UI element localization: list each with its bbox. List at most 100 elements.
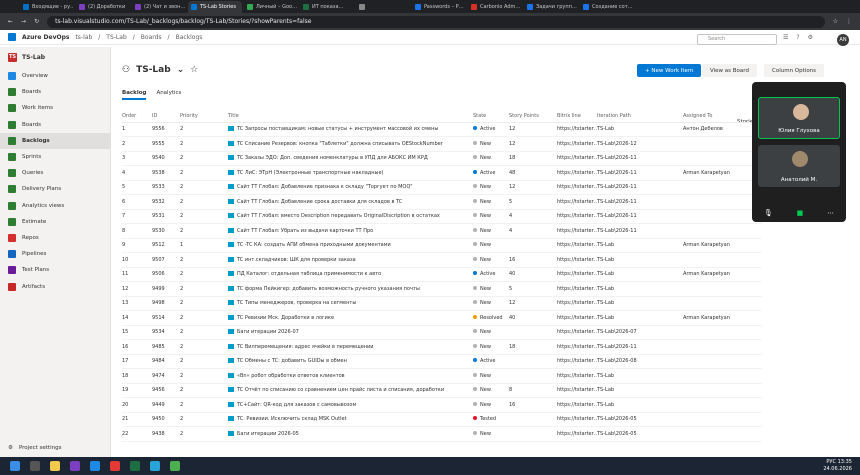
table-row[interactable]: 14 9514 2 TC Ревизии Мск. Доработки в логик… (122, 310, 762, 326)
table-row[interactable]: 13 9498 2 TC Типы менеджеров, проверка на с… (122, 296, 762, 311)
table-cell[interactable]: TC Обмены с TC: добавить GUIDы в обмен (228, 354, 473, 369)
browser-tab[interactable] (356, 1, 410, 13)
language-indicator[interactable]: РУС (826, 459, 836, 465)
back-icon[interactable]: ← (8, 18, 13, 25)
menu-icon[interactable]: ⋮ (846, 18, 852, 25)
participant-tile[interactable]: Анатолий М. (758, 145, 840, 187)
file-explorer-icon[interactable] (50, 461, 60, 471)
table-row[interactable]: 19 9456 2 TC Отчёт по списанию со сравнение… (122, 383, 762, 398)
table-row[interactable]: 15 9534 2 Баги итерации 2026-07 New https://t… (122, 325, 762, 340)
column-header[interactable]: ID (152, 110, 180, 123)
table-row[interactable]: 17 9484 2 TC Обмены с TC: добавить GUIDы в … (122, 354, 762, 369)
table-cell[interactable]: Сайт ТТ Глобал: Добавление срока доставк… (228, 194, 473, 210)
search-input[interactable]: Search (697, 34, 777, 45)
column-header[interactable]: Assigned To (683, 110, 762, 123)
sidebar-item-boards[interactable]: Boards (0, 117, 110, 133)
favorite-star-icon[interactable]: ☆ (190, 65, 198, 75)
table-row[interactable]: 2 9555 2 TC Списание Резервов: кнопка "Табл… (122, 136, 762, 152)
view-as-board-button[interactable]: View as Board (702, 64, 757, 77)
column-header[interactable]: Iteration Path (597, 110, 683, 123)
table-cell[interactable]: Сайт ТТ Глобал: Убрать из выдачи карточк… (228, 223, 473, 239)
breadcrumb-boards[interactable]: Boards (141, 34, 162, 41)
column-header[interactable]: Order (122, 110, 152, 123)
visual-studio-icon[interactable] (70, 461, 80, 471)
table-row[interactable]: 5 9533 2 Сайт ТТ Глобал: Добавление признак… (122, 180, 762, 195)
participant-tile[interactable]: Юлия Глухова (758, 97, 840, 139)
table-cell[interactable]: TC Вилперемещения: адрес ячейки в переме… (228, 339, 473, 355)
sidebar-item-work-items[interactable]: Work items (0, 100, 110, 116)
table-row[interactable]: 1 9556 2 TC Запросы поставщикам: новые стат… (122, 122, 762, 137)
browser-tab[interactable]: Личный – Goo… (244, 1, 298, 13)
search-icon[interactable] (30, 461, 40, 471)
browser-tab[interactable]: (2) Чат и звон… (132, 1, 186, 13)
sidebar-item-repos[interactable]: Repos (0, 230, 110, 246)
table-cell[interactable]: ПД Каталог: отдельная таблица применимос… (228, 267, 473, 282)
user-settings-icon[interactable]: ⚙ (808, 34, 821, 41)
breadcrumb-backlogs[interactable]: Backlogs (176, 34, 203, 41)
table-cell[interactable]: TC Заказы ЭДО: Доп. сведения номенклатур… (228, 151, 473, 166)
sidebar-item-test-plans[interactable]: Test Plans (0, 262, 110, 278)
table-cell[interactable]: TC+Сайт: QR-код для заказов с самовывозо… (228, 397, 473, 413)
chrome-icon[interactable] (170, 461, 180, 471)
sidebar-item-queries[interactable]: Queries (0, 165, 110, 181)
sidebar-item-sprints[interactable]: Sprints (0, 149, 110, 165)
table-row[interactable]: 11 9506 2 ПД Каталог: отдельная таблица при… (122, 267, 762, 282)
avatar[interactable]: AN (837, 34, 849, 46)
tab-backlog[interactable]: Backlog (122, 90, 147, 100)
table-cell[interactable]: TC Ревизии Мск. Доработки в логике (228, 310, 473, 326)
table-row[interactable]: 10 9507 2 TC инт.складчиков: ШК для проверк… (122, 252, 762, 268)
camera-icon[interactable]: ■ (797, 209, 804, 217)
browser-tab[interactable]: Задачи групп… (524, 1, 578, 13)
column-header[interactable]: Priority (180, 110, 228, 123)
column-header[interactable]: Title (228, 110, 473, 123)
bookmark-icon[interactable]: ☆ (833, 18, 838, 25)
table-row[interactable]: 7 9531 2 Сайт ТТ Глобал: вместо Description… (122, 209, 762, 224)
project-header[interactable]: TS TS-Lab (0, 47, 110, 68)
table-row[interactable]: 18 9474 2 «Bn» робот обработки ответов клие… (122, 368, 762, 384)
column-header[interactable]: Bitrix line (557, 110, 597, 123)
breadcrumb-project[interactable]: TS-Lab (106, 34, 126, 41)
table-row[interactable]: 22 9438 2 Баги итерации 2026-05 New https://t… (122, 426, 762, 442)
column-options-button[interactable]: Column Options (764, 64, 825, 77)
azure-devops-logo-icon[interactable] (8, 33, 16, 41)
table-row[interactable]: 8 9530 2 Сайт ТТ Глобал: Убрать из выдачи к… (122, 223, 762, 239)
table-row[interactable]: 16 9485 2 TC Вилперемещения: адрес ячейки в… (122, 339, 762, 355)
project-settings-button[interactable]: ⚙ Project settings (8, 445, 61, 451)
table-row[interactable]: 20 9449 2 TC+Сайт: QR-код для заказов с сам… (122, 397, 762, 413)
browser-tab[interactable]: ИТ показа… (300, 1, 354, 13)
sidebar-item-boards[interactable]: Boards (0, 84, 110, 100)
start-icon[interactable] (10, 461, 20, 471)
excel-icon[interactable] (130, 461, 140, 471)
table-cell[interactable]: TC форма Пейкигер: добавить возможность … (228, 281, 473, 297)
table-cell[interactable]: TC Запросы поставщикам: новые статусы + … (228, 122, 473, 137)
reload-icon[interactable]: ↻ (34, 18, 39, 25)
table-cell[interactable]: TC -TC КА: создать АПИ обмена приходными… (228, 238, 473, 253)
sidebar-item-delivery-plans[interactable]: Delivery Plans (0, 181, 110, 197)
table-cell[interactable]: TC Списание Резервов: кнопка "Таблетки" … (228, 136, 473, 152)
telegram-icon[interactable] (150, 461, 160, 471)
table-row[interactable]: 21 9450 2 TC. Ревизии. Исключить склад MSK … (122, 412, 762, 427)
browser-icon[interactable] (110, 461, 120, 471)
org-name[interactable]: ts-lab (75, 34, 92, 41)
forward-icon[interactable]: → (21, 18, 26, 25)
sidebar-item-overview[interactable]: Overview (0, 68, 110, 84)
table-row[interactable]: 3 9540 2 TC Заказы ЭДО: Доп. сведения номен… (122, 151, 762, 166)
browser-tab[interactable]: TS-Lab Stories (188, 1, 242, 13)
team-name[interactable]: TS-Lab (136, 65, 171, 75)
browser-tab[interactable]: Создание сот… (580, 1, 634, 13)
sidebar-item-artifacts[interactable]: Artifacts (0, 278, 110, 294)
microphone-icon[interactable]: 🎙 (764, 209, 773, 217)
table-cell[interactable]: TC инт.складчиков: ШК для проверки заказ… (228, 252, 473, 268)
table-cell[interactable]: TC ЛиС: ЭТрН (Электронные транспортные н… (228, 165, 473, 181)
system-clock[interactable]: РУС 13:35 24.06.2026 (823, 459, 852, 473)
tab-analytics[interactable]: Analytics (156, 90, 181, 100)
table-cell[interactable]: Баги итерации 2026-05 (228, 426, 473, 442)
table-cell[interactable]: Сайт ТТ Глобал: вместо Description перед… (228, 209, 473, 224)
sidebar-item-backlogs[interactable]: Backlogs (0, 132, 110, 149)
table-row[interactable]: 4 9538 2 TC ЛиС: ЭТрН (Электронные транспор… (122, 165, 762, 181)
table-cell[interactable]: «Bn» робот обработки ответов клиентов (228, 368, 473, 384)
table-cell[interactable]: TC Типы менеджеров, проверка на сегменты (228, 296, 473, 311)
browser-tab[interactable]: Входящие - ру… (20, 1, 74, 13)
app-icon[interactable] (90, 461, 100, 471)
browser-tab[interactable]: Carbonio Adm… (468, 1, 522, 13)
